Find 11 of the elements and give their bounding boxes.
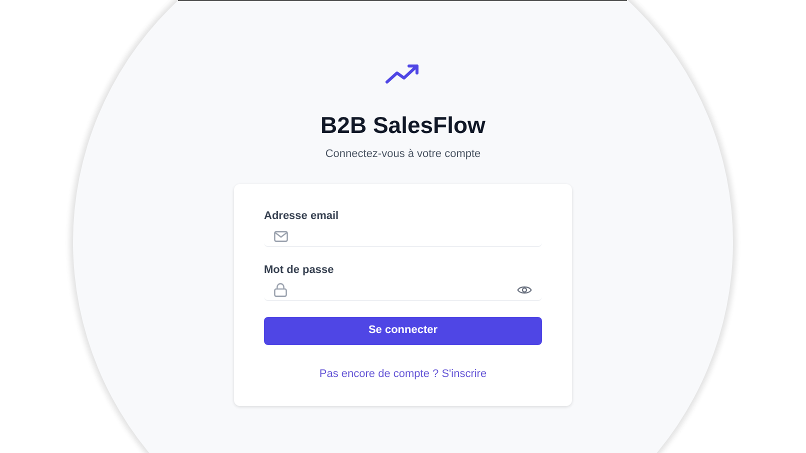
- subtitle: Connectez-vous à votre compte: [325, 147, 481, 162]
- field-label: Mot de passe: [264, 262, 335, 276]
- login-button[interactable]: Se connecter: [264, 316, 542, 344]
- mail-icon: [274, 230, 288, 242]
- trend-up-icon: [385, 63, 421, 85]
- app-title: B2B SalesFlow: [320, 111, 486, 139]
- field-label: Adresse email: [264, 208, 340, 222]
- signup-link[interactable]: Pas encore de compte ? S'inscrire: [319, 366, 487, 382]
- lock-icon: [274, 283, 287, 297]
- eye-icon[interactable]: [517, 285, 532, 295]
- password-field[interactable]: [264, 280, 542, 300]
